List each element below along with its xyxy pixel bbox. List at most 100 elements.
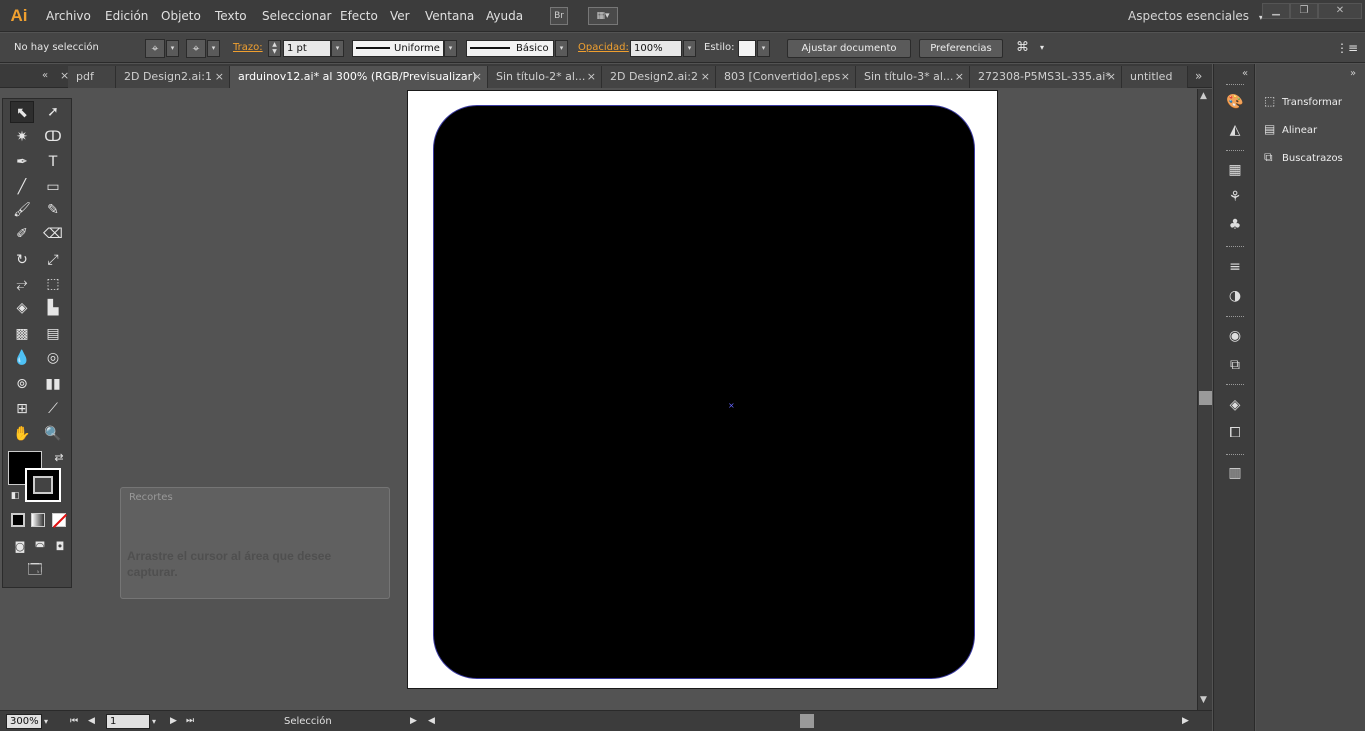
- tab-document-active[interactable]: arduinov12.ai* al 300% (RGB/Previsualiza…: [230, 66, 488, 88]
- rotate-tool-icon[interactable]: ↻: [10, 249, 34, 271]
- tabs-more-icon[interactable]: »: [1195, 64, 1202, 88]
- stroke-stepper[interactable]: ▲ ▼: [268, 40, 281, 57]
- menu-ayuda[interactable]: Ayuda: [486, 0, 523, 32]
- fill-dropdown[interactable]: ▾: [166, 40, 179, 57]
- tabs-collapse-icon[interactable]: «: [42, 64, 48, 88]
- tab-document[interactable]: 803 [Convertido].eps ×: [716, 66, 856, 88]
- panel-buscatrazos[interactable]: ⧉ Buscatrazos: [1264, 145, 1343, 169]
- gradient-panel-icon[interactable]: ▥: [1224, 462, 1246, 484]
- tab-close-icon[interactable]: ×: [1107, 66, 1116, 88]
- layers-panel-icon[interactable]: ◈: [1224, 394, 1246, 416]
- menu-texto[interactable]: Texto: [215, 0, 247, 32]
- close-button[interactable]: ✕: [1318, 3, 1362, 19]
- style-dropdown[interactable]: ▾: [757, 40, 770, 57]
- stroke-label[interactable]: Trazo:: [233, 33, 263, 63]
- tab-document[interactable]: Sin título-2* al... ×: [488, 66, 602, 88]
- artboards-panel-icon[interactable]: ⧠: [1224, 422, 1246, 444]
- color-mode-icon[interactable]: [11, 513, 25, 527]
- color-panel-icon[interactable]: 🎨: [1224, 91, 1246, 113]
- opacity-dropdown[interactable]: ▾: [683, 40, 696, 57]
- swatches-panel-icon[interactable]: ▦: [1224, 159, 1246, 181]
- tab-document[interactable]: untitled: [1122, 66, 1188, 88]
- gradient-tool-icon[interactable]: ▤: [41, 323, 65, 345]
- opacity-input[interactable]: 100%: [630, 40, 682, 57]
- artboard-dropdown-icon[interactable]: ▾: [152, 711, 156, 731]
- eraser-tool-icon[interactable]: ⌫: [41, 223, 65, 245]
- tab-document[interactable]: 2D Design2.ai:2 ×: [602, 66, 716, 88]
- scroll-down-icon[interactable]: ▼: [1200, 695, 1207, 705]
- zoom-dropdown-icon[interactable]: ▾: [44, 711, 48, 731]
- menu-archivo[interactable]: Archivo: [46, 0, 91, 32]
- vertical-scroll-thumb[interactable]: [1199, 391, 1212, 405]
- tab-close-icon[interactable]: ×: [701, 66, 710, 88]
- symbols-panel-icon[interactable]: ♣: [1224, 214, 1246, 236]
- shape-builder-tool-icon[interactable]: ◈: [10, 297, 34, 319]
- line-tool-icon[interactable]: ╱: [10, 176, 34, 198]
- graphic-styles-panel-icon[interactable]: ⧉: [1224, 354, 1246, 376]
- gradient-mode-icon[interactable]: [31, 513, 45, 527]
- opacity-label[interactable]: Opacidad:: [578, 33, 629, 63]
- none-mode-icon[interactable]: [52, 513, 68, 529]
- lasso-tool-icon[interactable]: ↀ: [41, 126, 65, 148]
- style-swatch[interactable]: [738, 40, 756, 57]
- fill-target-button[interactable]: ⌖: [145, 39, 165, 58]
- default-colors-icon[interactable]: ◧: [3, 485, 27, 507]
- scroll-up-icon[interactable]: ▲: [1200, 91, 1207, 101]
- vertical-scrollbar[interactable]: ▲ ▼: [1197, 89, 1212, 710]
- magic-wand-tool-icon[interactable]: ✷: [10, 126, 34, 148]
- tab-document[interactable]: 2D Design2.ai:1 ×: [116, 66, 230, 88]
- restore-button[interactable]: ❐: [1290, 3, 1318, 19]
- panel-transformar[interactable]: ⬚ Transformar: [1264, 89, 1342, 113]
- swap-fill-stroke-icon[interactable]: ⇄: [47, 447, 71, 469]
- panel-alinear[interactable]: ▤ Alinear: [1264, 117, 1317, 141]
- stroke-panel-icon[interactable]: ≡: [1224, 256, 1246, 278]
- snipping-dialog[interactable]: Recortes Arrastre el cursor al área que …: [120, 487, 390, 599]
- tab-document[interactable]: 272308-P5MS3L-335.ai* ×: [970, 66, 1122, 88]
- menu-seleccionar[interactable]: Seleccionar: [262, 0, 331, 32]
- draw-inside-icon[interactable]: ◘: [48, 536, 72, 558]
- variable-width-profile[interactable]: Uniforme: [352, 40, 444, 57]
- pen-tool-icon[interactable]: ✒: [10, 151, 34, 173]
- artboard-tool-icon[interactable]: ⊞: [10, 398, 34, 420]
- scale-tool-icon[interactable]: ⤢: [41, 249, 65, 271]
- stroke-target-button[interactable]: ⌖: [186, 39, 206, 58]
- screen-mode-icon[interactable]: 🗔: [23, 559, 47, 581]
- artboard-number-input[interactable]: 1: [106, 714, 150, 729]
- pencil-tool-icon[interactable]: ✎: [41, 199, 65, 221]
- last-artboard-icon[interactable]: ⏭: [186, 711, 194, 731]
- tab-close-icon[interactable]: ×: [215, 66, 224, 88]
- menu-efecto[interactable]: Efecto: [340, 0, 378, 32]
- rectangle-tool-icon[interactable]: ▭: [41, 176, 65, 198]
- tab-close-icon[interactable]: ×: [587, 66, 596, 88]
- panel-menu-icon[interactable]: ⋮≡: [1336, 33, 1358, 63]
- canvas-area[interactable]: × Recortes Arrastre el cursor al área qu…: [0, 89, 1197, 710]
- scroll-right-icon[interactable]: ▶: [1182, 711, 1189, 731]
- horizontal-scroll-thumb[interactable]: [800, 714, 814, 728]
- selection-tool-icon[interactable]: ⬉: [10, 101, 34, 123]
- brush-dropdown[interactable]: ▾: [555, 40, 568, 57]
- minimize-button[interactable]: ▁: [1262, 3, 1290, 19]
- panel-collapse-icon[interactable]: »: [1350, 62, 1356, 86]
- adjust-document-button[interactable]: Ajustar documento: [787, 39, 911, 58]
- tab-document[interactable]: pdf: [68, 66, 116, 88]
- column-graph-tool-icon[interactable]: ▮▮: [41, 373, 65, 395]
- stroke-weight-dropdown[interactable]: ▾: [331, 40, 344, 57]
- profile-dropdown[interactable]: ▾: [444, 40, 457, 57]
- brushes-panel-icon[interactable]: ⚘: [1224, 186, 1246, 208]
- mesh-tool-icon[interactable]: ▩: [10, 323, 34, 345]
- dock-collapse-icon[interactable]: «: [1242, 62, 1248, 86]
- menu-objeto[interactable]: Objeto: [161, 0, 201, 32]
- preferences-button[interactable]: Preferencias: [919, 39, 1003, 58]
- stroke-weight-input[interactable]: 1 pt: [283, 40, 331, 57]
- symbol-sprayer-tool-icon[interactable]: ⊚: [10, 373, 34, 395]
- first-artboard-icon[interactable]: ⏮: [70, 711, 78, 731]
- menu-ver[interactable]: Ver: [390, 0, 410, 32]
- tab-close-icon[interactable]: ×: [955, 66, 964, 88]
- slice-tool-icon[interactable]: ⟋: [41, 398, 65, 420]
- brush-definition[interactable]: Básico: [466, 40, 554, 57]
- zoom-input[interactable]: 300%: [6, 714, 42, 729]
- menu-ventana[interactable]: Ventana: [425, 0, 474, 32]
- free-transform-tool-icon[interactable]: ⬚: [41, 273, 65, 295]
- eyedropper-tool-icon[interactable]: 💧: [10, 347, 34, 369]
- arrange-documents-button[interactable]: ▦▾: [588, 7, 618, 25]
